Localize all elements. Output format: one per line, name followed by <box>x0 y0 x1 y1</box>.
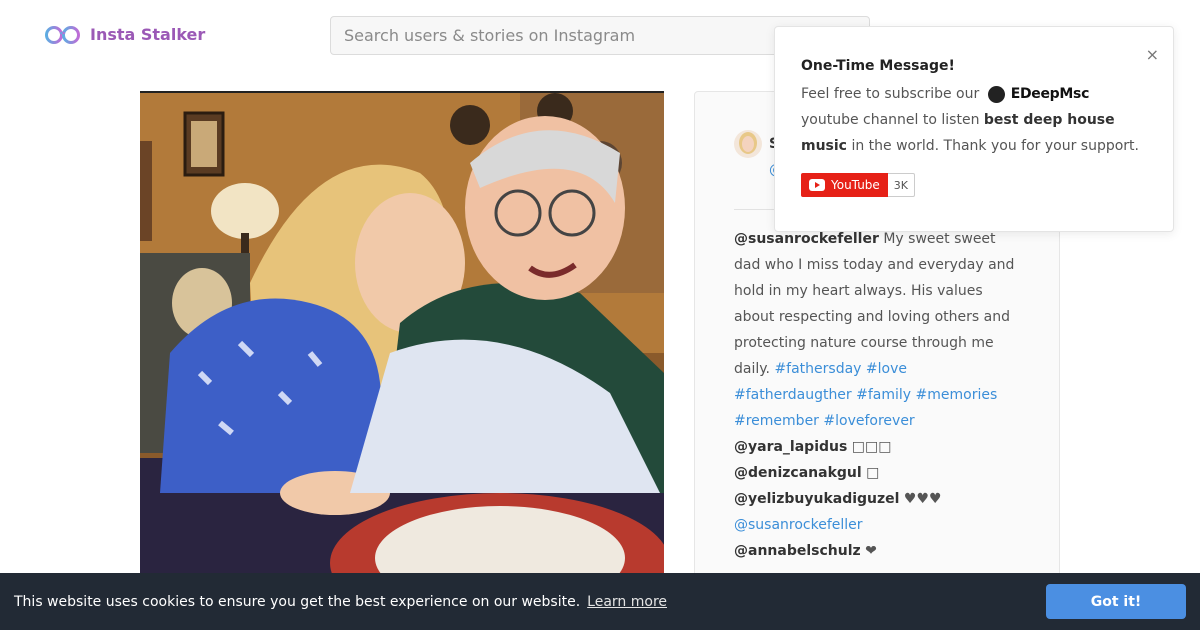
popup-title: One-Time Message! <box>801 58 955 74</box>
comment-text: ♥♥♥ <box>903 491 942 507</box>
comment-mention[interactable]: @susanrockefeller <box>734 517 863 533</box>
cookie-message: This website uses cookies to ensure you … <box>14 593 581 610</box>
comment-text: □ <box>866 465 880 481</box>
learn-more-link[interactable]: Learn more <box>587 594 667 610</box>
popup-text: youtube channel to listen <box>801 112 980 128</box>
channel-name: EDeepMsc <box>1010 86 1090 102</box>
youtube-subscribe-button[interactable]: YouTube <box>801 173 888 197</box>
comment-username[interactable]: @yara_lapidus <box>734 439 847 455</box>
close-icon[interactable]: × <box>1146 45 1159 64</box>
comment-username[interactable]: @yelizbuyukadiguzel <box>734 491 899 507</box>
channel-logo-icon <box>987 85 1005 103</box>
caption-username[interactable]: @susanrockefeller <box>734 231 879 247</box>
comment-username[interactable]: @denizcanakgul <box>734 465 862 481</box>
hashtag[interactable]: #fatherdaugther <box>734 387 852 403</box>
comment: @susanrockefeller <box>734 512 1024 538</box>
hashtag[interactable]: #remember <box>734 413 819 429</box>
hashtag[interactable]: #love <box>866 361 907 377</box>
comment: @annabelschulz ❤ <box>734 538 1024 564</box>
youtube-play-icon <box>809 179 825 191</box>
comment: @yelizbuyukadiguzel ♥♥♥ <box>734 486 1024 512</box>
popup-text: in the world. Thank you for your support… <box>851 138 1139 154</box>
hashtag[interactable]: #memories <box>916 387 998 403</box>
post-photo[interactable] <box>140 91 664 591</box>
cookie-banner: This website uses cookies to ensure you … <box>0 573 1200 630</box>
hashtag[interactable]: #fathersday <box>774 361 861 377</box>
youtube-label: YouTube <box>831 178 880 192</box>
youtube-subscribe-widget[interactable]: YouTube 3K <box>801 173 916 197</box>
comment: @denizcanakgul □ <box>734 460 1024 486</box>
subscriber-count: 3K <box>887 173 916 197</box>
glasses-logo-icon <box>44 22 82 46</box>
comment: @yara_lapidus □□□ <box>734 434 1024 460</box>
post-caption: @susanrockefeller My sweet sweet dad who… <box>734 226 1024 564</box>
accept-cookies-button[interactable]: Got it! <box>1046 584 1186 619</box>
comment-username[interactable]: @annabelschulz <box>734 543 861 559</box>
brand-name[interactable]: Insta Stalker <box>90 25 205 44</box>
popup-text: Feel free to subscribe our <box>801 86 980 102</box>
hashtag[interactable]: #family <box>856 387 911 403</box>
avatar[interactable] <box>734 130 762 158</box>
comment-text: ❤ <box>865 543 877 559</box>
comment-text: □□□ <box>851 439 892 455</box>
channel-brand[interactable]: EDeepMsc <box>987 81 1090 107</box>
caption-text: My sweet sweet dad who I miss today and … <box>734 231 1015 377</box>
hashtag[interactable]: #loveforever <box>823 413 914 429</box>
popup-message: Feel free to subscribe our EDeepMsc yout… <box>801 81 1151 159</box>
one-time-message-popup: One-Time Message! × Feel free to subscri… <box>774 26 1174 232</box>
site-logo[interactable]: Insta Stalker <box>44 22 205 46</box>
